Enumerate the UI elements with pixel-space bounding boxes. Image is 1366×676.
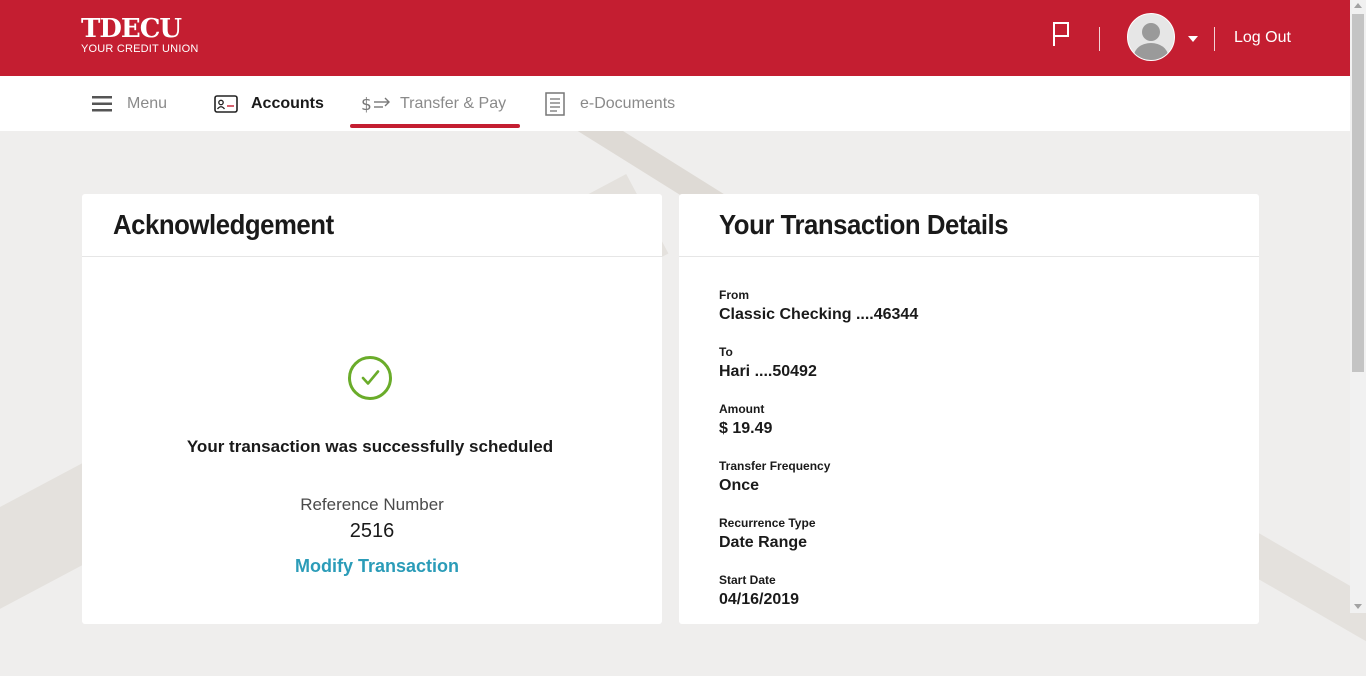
modify-transaction-link[interactable]: Modify Transaction [82, 556, 672, 577]
nav-transfer-pay[interactable]: $ Transfer & Pay [361, 76, 506, 131]
logo-tagline: YOUR CREDIT UNION [81, 43, 199, 55]
success-message: Your transaction was successfully schedu… [186, 437, 554, 456]
detail-amount: Amount $ 19.49 [719, 402, 772, 438]
avatar-body [1134, 43, 1168, 60]
nav-edocuments-label: e-Documents [580, 94, 676, 112]
detail-value: Hari ....50492 [719, 363, 817, 380]
logo-wordmark: TDECU [81, 14, 182, 44]
avatar[interactable] [1127, 13, 1175, 61]
nav-transfer-pay-label: Transfer & Pay [400, 94, 507, 112]
avatar-head [1142, 23, 1160, 41]
flag-icon[interactable] [1051, 20, 1073, 48]
detail-label: Amount [719, 402, 765, 416]
id-card-icon [214, 94, 238, 113]
detail-label: From [719, 288, 749, 302]
nav-edocuments[interactable]: e-Documents [545, 76, 675, 131]
scroll-up-arrow-icon[interactable] [1354, 3, 1362, 8]
transaction-details-card: Your Transaction Details From Classic Ch… [679, 194, 1259, 624]
detail-to: To Hari ....50492 [719, 345, 817, 381]
acknowledgement-card: Acknowledgement Your transaction was suc… [82, 194, 662, 624]
reference-label: Reference Number [300, 495, 444, 514]
detail-value: Date Range [719, 534, 808, 551]
detail-from: From Classic Checking ....46344 [719, 288, 918, 324]
reference-number: 2516 [349, 520, 395, 542]
nav-accounts[interactable]: Accounts [214, 76, 324, 131]
active-tab-indicator [350, 124, 520, 128]
detail-value: $ 19.49 [719, 420, 773, 437]
chevron-down-icon[interactable] [1188, 36, 1198, 42]
detail-frequency: Transfer Frequency Once [719, 459, 830, 495]
card-divider [679, 256, 1259, 257]
detail-label: Transfer Frequency [719, 459, 831, 473]
tdecu-logo[interactable]: TDECU YOUR CREDIT UNION [81, 15, 198, 55]
acknowledgement-title: Acknowledgement [113, 209, 334, 240]
nav-accounts-label: Accounts [251, 94, 324, 112]
detail-label: To [719, 345, 733, 359]
detail-label: Start Date [719, 573, 776, 587]
document-icon [545, 91, 565, 116]
detail-value: Once [719, 477, 760, 494]
transfer-icon: $ [361, 95, 390, 114]
scroll-down-arrow-icon[interactable] [1354, 604, 1362, 609]
header-divider [1099, 27, 1100, 51]
logout-link[interactable]: Log Out [1234, 29, 1291, 47]
top-bar: TDECU YOUR CREDIT UNION Log Out [0, 0, 1350, 76]
detail-value: Classic Checking ....46344 [719, 306, 919, 323]
check-circle-icon [348, 356, 392, 400]
detail-value: 04/16/2019 [719, 591, 800, 608]
detail-label: Recurrence Type [719, 516, 816, 530]
nav-menu-label: Menu [127, 94, 168, 112]
detail-start-date: Start Date 04/16/2019 [719, 573, 799, 609]
scrollbar-thumb[interactable] [1352, 14, 1364, 372]
hamburger-icon [92, 95, 112, 111]
card-divider [82, 256, 662, 257]
details-title: Your Transaction Details [719, 209, 1009, 240]
main-nav: Menu Accounts $ Transfer & Pay e-Documen… [0, 76, 1350, 131]
header-divider [1214, 27, 1215, 51]
svg-text:$: $ [361, 95, 372, 114]
detail-recurrence-type: Recurrence Type Date Range [719, 516, 816, 552]
nav-menu[interactable]: Menu [92, 76, 167, 131]
